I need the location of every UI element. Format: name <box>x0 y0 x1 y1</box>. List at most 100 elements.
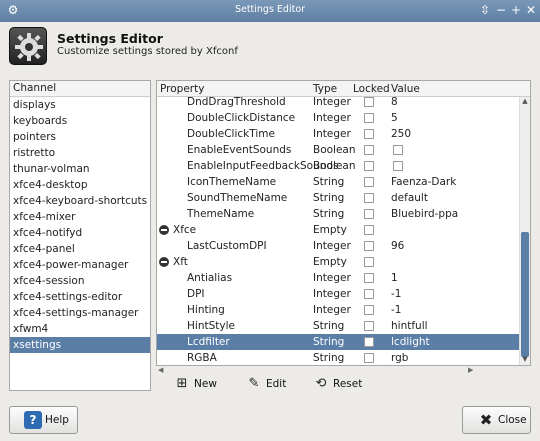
property-row[interactable]: RGBA String rgb <box>157 350 519 365</box>
locked-checkbox[interactable] <box>364 337 374 347</box>
vertical-scrollbar[interactable]: ▲ ▼ <box>519 97 530 365</box>
property-type: String <box>313 336 345 348</box>
property-row[interactable]: DoubleClickDistance Integer 5 <box>157 110 519 126</box>
property-value[interactable]: 1 <box>391 272 398 284</box>
locked-checkbox[interactable] <box>364 305 374 315</box>
horizontal-scrollbar[interactable]: ◀ ▶ <box>156 366 531 374</box>
property-row[interactable]: HintStyle String hintfull <box>157 318 519 334</box>
locked-checkbox[interactable] <box>364 353 374 363</box>
reset-icon: ⟲ <box>315 376 327 391</box>
property-value[interactable]: 96 <box>391 240 404 252</box>
locked-checkbox[interactable] <box>364 225 374 235</box>
locked-checkbox[interactable] <box>364 193 374 203</box>
scroll-right-icon[interactable]: ▶ <box>468 366 473 374</box>
property-value[interactable]: rgb <box>391 352 408 364</box>
locked-checkbox[interactable] <box>364 321 374 331</box>
locked-checkbox[interactable] <box>364 177 374 187</box>
property-value[interactable]: lcdlight <box>391 336 430 348</box>
property-type: Integer <box>313 128 351 140</box>
scroll-up-icon[interactable]: ▲ <box>520 97 530 105</box>
property-name: HintStyle <box>187 320 235 332</box>
channel-item[interactable]: keyboards <box>10 113 150 129</box>
new-button[interactable]: ⊞ New <box>174 376 217 392</box>
close-icon: ✖ <box>479 411 493 429</box>
channel-item[interactable]: xfce4-mixer <box>10 209 150 225</box>
locked-checkbox[interactable] <box>364 97 374 107</box>
scroll-thumb[interactable] <box>521 232 529 357</box>
help-button[interactable]: ? Help <box>9 406 78 434</box>
property-name: SoundThemeName <box>187 192 288 204</box>
channel-item-selected[interactable]: xsettings <box>10 337 150 353</box>
channel-item[interactable]: xfce4-panel <box>10 241 150 257</box>
property-row[interactable]: IconThemeName String Faenza-Dark <box>157 174 519 190</box>
new-label: New <box>194 378 217 390</box>
property-row[interactable]: EnableInputFeedbackSounds Boolean <box>157 158 519 174</box>
locked-checkbox[interactable] <box>364 257 374 267</box>
property-value[interactable]: Bluebird-ppa <box>391 208 458 220</box>
property-row[interactable]: Hinting Integer -1 <box>157 302 519 318</box>
property-type: Boolean <box>313 160 356 172</box>
property-type: Integer <box>313 304 351 316</box>
property-row[interactable]: LastCustomDPI Integer 96 <box>157 238 519 254</box>
close-button[interactable]: ✖ Close <box>462 406 531 434</box>
maximize-icon[interactable]: + <box>509 3 523 17</box>
property-value[interactable]: default <box>391 192 428 204</box>
locked-checkbox[interactable] <box>364 209 374 219</box>
channel-item[interactable]: displays <box>10 97 150 113</box>
collapse-icon[interactable] <box>159 225 169 235</box>
channel-list[interactable]: Channel displays keyboards pointers rist… <box>9 80 151 391</box>
channel-item[interactable]: xfce4-settings-manager <box>10 305 150 321</box>
property-table[interactable]: Property Type Locked Value DndDragThresh… <box>156 80 531 366</box>
edit-button[interactable]: ✎ Edit <box>246 376 287 392</box>
property-value[interactable]: 5 <box>391 112 398 124</box>
close-window-icon[interactable]: ✕ <box>524 3 538 17</box>
channel-item[interactable]: xfce4-power-manager <box>10 257 150 273</box>
property-row[interactable]: DPI Integer -1 <box>157 286 519 302</box>
locked-checkbox[interactable] <box>364 113 374 123</box>
channel-item[interactable]: xfce4-notifyd <box>10 225 150 241</box>
property-type: Integer <box>313 96 351 108</box>
property-row[interactable]: DndDragThreshold Integer 8 <box>157 94 519 110</box>
scroll-left-icon[interactable]: ◀ <box>158 366 163 374</box>
property-value[interactable]: -1 <box>391 304 401 316</box>
property-name: DoubleClickDistance <box>187 112 296 124</box>
minimize-icon[interactable]: − <box>494 3 508 17</box>
collapse-icon[interactable] <box>159 257 169 267</box>
property-value[interactable]: hintfull <box>391 320 428 332</box>
reset-button[interactable]: ⟲ Reset <box>313 376 363 392</box>
property-row-selected[interactable]: Lcdfilter String lcdlight <box>157 334 519 350</box>
value-checkbox[interactable] <box>393 145 403 155</box>
locked-checkbox[interactable] <box>364 129 374 139</box>
locked-checkbox[interactable] <box>364 161 374 171</box>
channel-item[interactable]: thunar-volman <box>10 161 150 177</box>
property-value[interactable]: 8 <box>391 96 398 108</box>
property-name: EnableEventSounds <box>187 144 292 156</box>
property-name: DPI <box>187 288 205 300</box>
locked-checkbox[interactable] <box>364 273 374 283</box>
property-row[interactable]: SoundThemeName String default <box>157 190 519 206</box>
channel-item[interactable]: pointers <box>10 129 150 145</box>
channel-column-header[interactable]: Channel <box>10 81 150 97</box>
property-row[interactable]: ThemeName String Bluebird-ppa <box>157 206 519 222</box>
property-group-row[interactable]: Xfce Empty <box>157 222 519 238</box>
channel-item[interactable]: xfce4-keyboard-shortcuts <box>10 193 150 209</box>
locked-checkbox[interactable] <box>364 241 374 251</box>
value-checkbox[interactable] <box>393 161 403 171</box>
channel-item[interactable]: ristretto <box>10 145 150 161</box>
property-value[interactable]: -1 <box>391 288 401 300</box>
property-group-row[interactable]: Xft Empty <box>157 254 519 270</box>
property-value[interactable]: Faenza-Dark <box>391 176 456 188</box>
scroll-down-icon[interactable]: ▼ <box>520 355 530 363</box>
property-row[interactable]: DoubleClickTime Integer 250 <box>157 126 519 142</box>
channel-item[interactable]: xfce4-settings-editor <box>10 289 150 305</box>
locked-checkbox[interactable] <box>364 145 374 155</box>
property-row[interactable]: EnableEventSounds Boolean <box>157 142 519 158</box>
locked-checkbox[interactable] <box>364 289 374 299</box>
property-type: Integer <box>313 272 351 284</box>
channel-item[interactable]: xfce4-desktop <box>10 177 150 193</box>
channel-item[interactable]: xfwm4 <box>10 321 150 337</box>
property-value[interactable]: 250 <box>391 128 411 140</box>
property-row[interactable]: Antialias Integer 1 <box>157 270 519 286</box>
pin-icon[interactable]: ⇳ <box>478 3 492 17</box>
channel-item[interactable]: xfce4-session <box>10 273 150 289</box>
